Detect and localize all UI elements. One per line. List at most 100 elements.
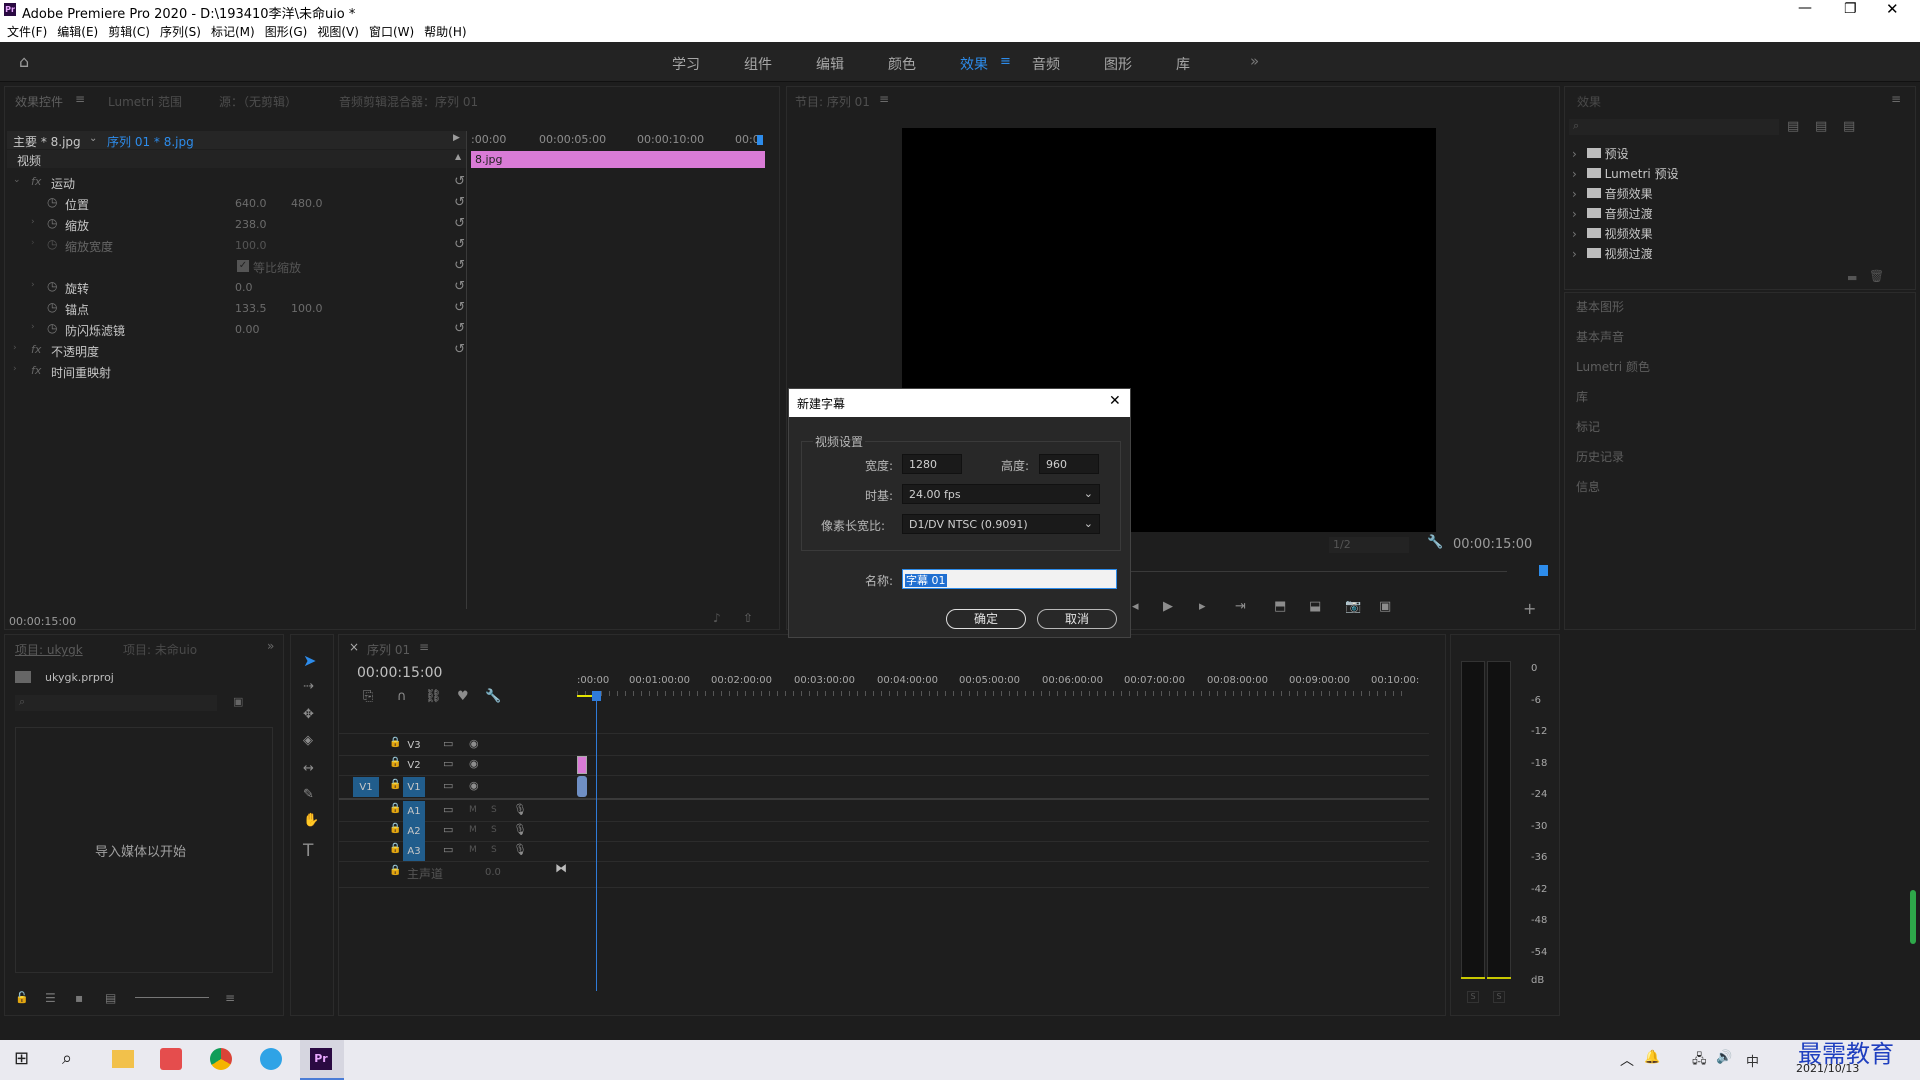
lift-icon[interactable]: ⬒ xyxy=(1274,599,1286,614)
add-marker-icon[interactable]: ♥ xyxy=(457,689,469,704)
expand-icon[interactable]: › xyxy=(31,322,35,332)
workspace-effects[interactable]: 效果 xyxy=(960,54,988,74)
reset-icon[interactable]: ↺ xyxy=(454,300,465,315)
mute-button[interactable]: M xyxy=(469,845,477,855)
menu-graphics[interactable]: 图形(G) xyxy=(265,22,308,42)
ime-indicator[interactable]: 中 xyxy=(1746,1051,1759,1070)
property-value-2[interactable]: 100.0 xyxy=(291,302,323,315)
zoom-slider[interactable] xyxy=(135,997,209,998)
track-label-a3[interactable]: A3 xyxy=(403,841,425,861)
uniform-scale-row[interactable]: ✓ 等比缩放 ↺ xyxy=(13,256,465,277)
expand-icon[interactable]: › xyxy=(31,217,35,227)
expand-icon[interactable]: › xyxy=(31,238,35,248)
export-frame-icon[interactable]: 📷 xyxy=(1345,599,1361,614)
panel-essential-graphics[interactable]: 基本图形 xyxy=(1576,298,1624,315)
expand-icon[interactable]: › xyxy=(13,343,17,353)
linked-selection-icon[interactable]: ⛓ xyxy=(425,689,442,704)
track-label-v1[interactable]: V1 xyxy=(403,777,425,797)
eye-icon[interactable]: ◉ xyxy=(469,779,479,792)
timeline-settings-icon[interactable]: 🔧 xyxy=(485,689,501,704)
effects-search-input[interactable]: ⌕ xyxy=(1569,119,1779,135)
volume-icon[interactable]: 🔊 xyxy=(1716,1050,1732,1065)
list-view-icon[interactable]: ☰ xyxy=(45,991,56,1005)
workspace-learning[interactable]: 学习 xyxy=(672,54,700,74)
new-search-bin-icon[interactable]: ▣ xyxy=(233,695,243,708)
lock-icon[interactable]: 🔒 xyxy=(389,823,401,834)
ec-clip[interactable]: 8.jpg xyxy=(471,151,765,168)
go-to-out-icon[interactable]: ⇥ xyxy=(1235,599,1246,614)
freeform-view-icon[interactable]: ▤ xyxy=(105,991,116,1005)
track-label-a2[interactable]: A2 xyxy=(403,821,425,841)
chevron-down-icon[interactable]: ⌄ xyxy=(89,133,97,144)
sync-lock-icon[interactable]: ▭ xyxy=(443,757,453,770)
nest-icon[interactable]: ⎘ xyxy=(363,689,373,704)
solo-right-button[interactable]: S xyxy=(1493,991,1505,1003)
tab-audio-clip-mixer[interactable]: 音频剪辑混合器：序列 01 xyxy=(339,93,478,110)
comparison-view-icon[interactable]: ▣ xyxy=(1379,599,1391,614)
program-scrubber[interactable] xyxy=(1127,571,1507,572)
effects-folder-lumetri-presets[interactable]: › Lumetri 预设 xyxy=(1572,165,1679,182)
ok-button[interactable]: 确定 xyxy=(946,609,1026,629)
show-hidden-icons-icon[interactable]: ︿ xyxy=(1620,1050,1634,1070)
panel-info[interactable]: 信息 xyxy=(1576,478,1600,495)
tab-source[interactable]: 源：（无剪辑） xyxy=(219,93,297,110)
go-to-end-icon[interactable]: ⧓ xyxy=(555,861,567,875)
snap-icon[interactable]: ∩ xyxy=(397,689,407,704)
zoom-select[interactable]: 1/2 xyxy=(1329,537,1409,553)
height-field[interactable]: 960 xyxy=(1039,454,1099,474)
reset-icon[interactable]: ↺ xyxy=(454,342,465,357)
project-search-input[interactable]: ⌕ xyxy=(15,695,217,711)
chrome-icon[interactable] xyxy=(210,1048,232,1070)
menu-sequence[interactable]: 序列(S) xyxy=(160,22,201,42)
icon-view-icon[interactable]: ▪ xyxy=(75,991,83,1005)
panel-history[interactable]: 历史记录 xyxy=(1576,448,1624,465)
new-bin-icon[interactable]: ▬ xyxy=(1847,271,1857,284)
timeline-ruler[interactable]: :00:00 00:01:00:00 00:02:00:00 00:03:00:… xyxy=(577,675,1419,697)
step-back-icon[interactable]: ◂ xyxy=(1132,599,1139,614)
timeline-clip-v1[interactable] xyxy=(577,776,587,797)
property-value-1[interactable]: 238.0 xyxy=(235,218,267,231)
mute-button[interactable]: M xyxy=(469,825,477,835)
tab-program[interactable]: 节目: 序列 01 xyxy=(795,93,870,110)
notification-icon[interactable]: 🔔 xyxy=(1644,1050,1660,1065)
solo-button[interactable]: S xyxy=(491,825,497,835)
motion-row[interactable]: ⌄ fx 运动 ↺ xyxy=(13,172,465,193)
chevron-right-icon[interactable]: › xyxy=(1572,247,1577,261)
sort-icon[interactable]: ≡ xyxy=(225,991,235,1005)
property-row[interactable]: ◷ 位置 640.0 480.0 ↺ xyxy=(13,193,465,214)
playhead-handle-icon[interactable] xyxy=(592,691,601,701)
delete-icon[interactable]: 🗑 xyxy=(1869,269,1884,283)
stopwatch-icon[interactable]: ◷ xyxy=(47,195,57,209)
microphone-icon[interactable]: 🎙 xyxy=(513,843,527,856)
file-explorer-icon[interactable] xyxy=(112,1050,134,1068)
expand-icon[interactable]: › xyxy=(31,280,35,290)
microphone-icon[interactable]: 🎙 xyxy=(513,803,527,816)
network-icon[interactable]: 🖧 xyxy=(1692,1050,1707,1072)
effects-folder-video-effects[interactable]: › 视频效果 xyxy=(1572,225,1653,242)
pixel-aspect-select[interactable]: D1/DV NTSC (0.9091) ⌄ xyxy=(902,514,1100,534)
workspace-editing[interactable]: 编辑 xyxy=(816,54,844,74)
timeline-clip-v2[interactable] xyxy=(577,756,587,774)
ec-timecode[interactable]: 00:00:15:00 xyxy=(9,615,76,628)
playhead-marker-icon[interactable] xyxy=(757,135,763,145)
property-value-1[interactable]: 133.5 xyxy=(235,302,267,315)
effects-folder-presets[interactable]: › 预设 xyxy=(1572,145,1629,162)
property-row[interactable]: › ◷ 旋转 0.0 ↺ xyxy=(13,277,465,298)
windows-start-icon[interactable]: ⊞ xyxy=(14,1048,29,1069)
track-select-tool-icon[interactable]: ⇢ xyxy=(303,679,314,694)
property-value-2[interactable]: 480.0 xyxy=(291,197,323,210)
more-workspaces-icon[interactable]: » xyxy=(1250,52,1259,70)
sync-lock-icon[interactable]: ▭ xyxy=(443,843,453,856)
tab-effect-controls[interactable]: 效果控件 xyxy=(15,93,63,110)
name-field[interactable]: 字幕 01 xyxy=(902,569,1117,589)
close-window-icon[interactable]: ✕ xyxy=(1886,0,1899,18)
ripple-edit-tool-icon[interactable]: ✥ xyxy=(303,707,314,722)
width-field[interactable]: 1280 xyxy=(902,454,962,474)
lock-icon[interactable]: 🔓 xyxy=(15,991,29,1004)
track-label-v2[interactable]: V2 xyxy=(403,755,425,775)
app-icon[interactable] xyxy=(160,1048,182,1070)
workspace-menu-icon[interactable]: ≡ xyxy=(1000,54,1011,69)
workspace-color[interactable]: 颜色 xyxy=(888,54,916,74)
cancel-button[interactable]: 取消 xyxy=(1037,609,1117,629)
stopwatch-icon[interactable]: ◷ xyxy=(47,300,57,314)
